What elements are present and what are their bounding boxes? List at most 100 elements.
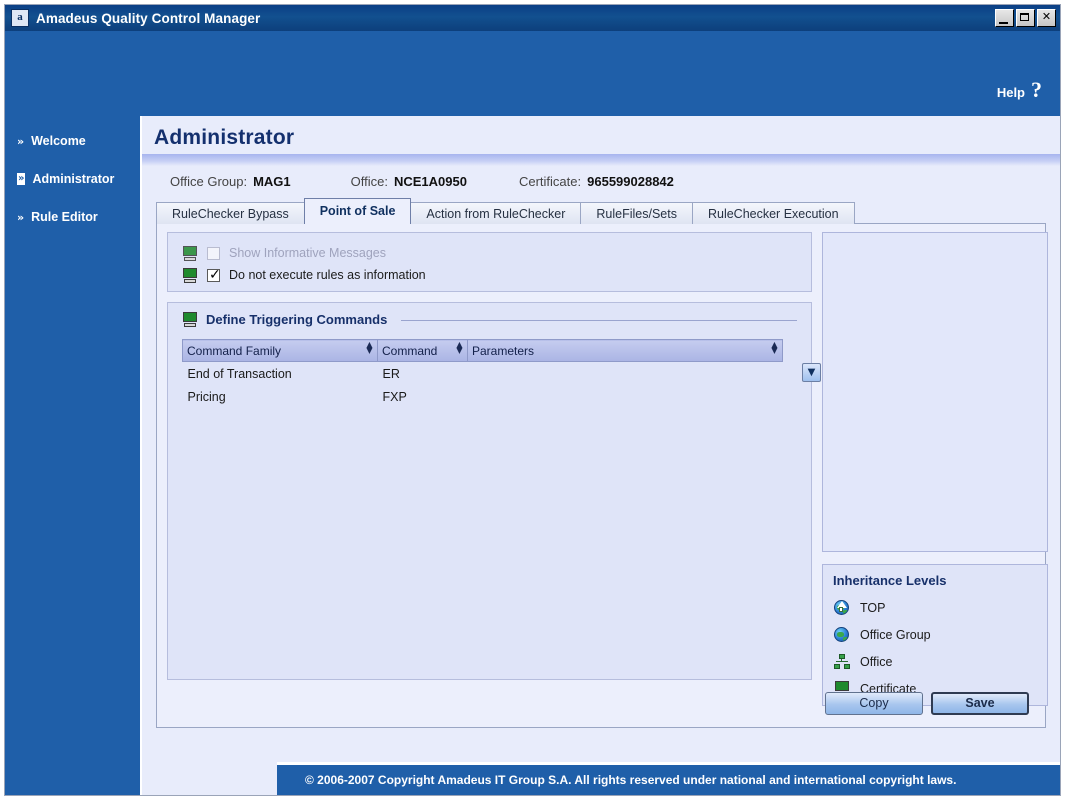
chevron-right-icon: » bbox=[17, 134, 25, 148]
show-informative-messages-label: Show Informative Messages bbox=[229, 246, 387, 260]
footer-bar: © 2006-2007 Copyright Amadeus IT Group S… bbox=[277, 762, 1060, 795]
inheritance-level-label: Office bbox=[860, 654, 893, 669]
page-title: Administrator bbox=[154, 126, 295, 149]
inheritance-level-top: TOP bbox=[833, 594, 1047, 621]
minimize-button[interactable] bbox=[995, 9, 1014, 27]
column-header-parameters[interactable]: Parameters ▲ ▼ bbox=[467, 339, 783, 362]
inheritance-level-label: TOP bbox=[860, 600, 886, 615]
window-title: Amadeus Quality Control Manager bbox=[36, 10, 261, 26]
cell-command[interactable]: ER bbox=[378, 362, 468, 386]
context-info-bar: Office Group: MAG1 Office: NCE1A0950 Cer… bbox=[142, 166, 1060, 197]
copyright-text: © 2006-2007 Copyright Amadeus IT Group S… bbox=[305, 773, 957, 787]
app-icon: a bbox=[11, 9, 29, 27]
left-column: Show Informative Messages ✓ Do not execu… bbox=[167, 232, 821, 680]
copy-button[interactable]: Copy bbox=[825, 692, 923, 715]
cell-parameters[interactable] bbox=[468, 362, 783, 386]
section-header: Define Triggering Commands bbox=[168, 303, 811, 327]
certificate-monitor-icon bbox=[182, 312, 198, 327]
office-info: Office: NCE1A0950 bbox=[351, 174, 467, 189]
column-header-label: Command bbox=[382, 343, 438, 358]
tab-point-of-sale[interactable]: Point of Sale bbox=[303, 198, 412, 224]
description-panel bbox=[822, 232, 1048, 552]
window-controls: ✕ bbox=[995, 9, 1056, 27]
do-not-execute-rules-checkbox[interactable]: ✓ bbox=[207, 266, 221, 283]
tab-panel-point-of-sale: Show Informative Messages ✓ Do not execu… bbox=[156, 224, 1048, 728]
checkmark-icon: ✓ bbox=[209, 266, 221, 283]
define-triggering-commands-panel: Define Triggering Commands Command Famil… bbox=[167, 302, 821, 680]
tab-rulefiles-sets[interactable]: RuleFiles/Sets bbox=[580, 202, 693, 224]
inheritance-levels-title: Inheritance Levels bbox=[833, 573, 947, 588]
inheritance-level-label: Office Group bbox=[860, 627, 931, 642]
sort-arrows-icon[interactable]: ▲ ▼ bbox=[365, 341, 374, 356]
certificate-info: Certificate: 965599028842 bbox=[519, 174, 674, 189]
minimize-icon bbox=[999, 22, 1008, 24]
sidebar: » Welcome » Administrator » Rule Editor bbox=[5, 116, 140, 795]
column-header-command-family[interactable]: Command Family ▲ ▼ bbox=[182, 339, 378, 362]
column-header-label: Parameters bbox=[472, 343, 535, 358]
help-question-icon: ? bbox=[1031, 77, 1042, 102]
tab-rulechecker-execution[interactable]: RuleChecker Execution bbox=[691, 202, 855, 224]
inheritance-level-office: Office bbox=[833, 648, 1047, 675]
office-group-value: MAG1 bbox=[253, 174, 291, 189]
commands-grid-wrapper: Command Family ▲ ▼ Command ▲ ▼ Parameter… bbox=[182, 339, 821, 408]
sort-arrows-icon[interactable]: ▲ ▼ bbox=[770, 341, 779, 356]
globe-up-arrow-icon bbox=[833, 599, 851, 616]
commands-table: Command Family ▲ ▼ Command ▲ ▼ Parameter… bbox=[182, 339, 783, 408]
tab-bar: RuleChecker Bypass Point of Sale Action … bbox=[156, 198, 1060, 224]
help-link[interactable]: Help ? bbox=[997, 79, 1042, 101]
top-banner: Help ? bbox=[5, 31, 1060, 116]
section-divider bbox=[401, 320, 797, 321]
row-dropdown-button[interactable]: ▼ bbox=[802, 363, 821, 382]
chevron-down-icon: ▼ bbox=[807, 367, 816, 378]
inheritance-levels-panel: Inheritance Levels TOP Office Group Offi… bbox=[822, 564, 1048, 706]
option-row-show-informative-messages[interactable]: Show Informative Messages bbox=[182, 242, 811, 264]
column-header-command[interactable]: Command ▲ ▼ bbox=[377, 339, 468, 362]
cell-command[interactable]: FXP bbox=[378, 385, 468, 408]
right-column: Inheritance Levels TOP Office Group Offi… bbox=[822, 232, 1048, 706]
application-window: a Amadeus Quality Control Manager ✕ Help… bbox=[4, 4, 1061, 796]
sort-arrows-icon[interactable]: ▲ ▼ bbox=[455, 341, 464, 356]
title-bar: a Amadeus Quality Control Manager ✕ bbox=[5, 5, 1060, 31]
chevron-right-selected-icon: » bbox=[17, 173, 26, 185]
cell-parameters[interactable] bbox=[468, 385, 783, 408]
do-not-execute-rules-label: Do not execute rules as information bbox=[229, 268, 426, 282]
save-button[interactable]: Save bbox=[931, 692, 1029, 715]
close-button[interactable]: ✕ bbox=[1037, 9, 1056, 27]
sidebar-item-label: Rule Editor bbox=[31, 210, 98, 224]
chevron-right-icon: » bbox=[17, 210, 25, 224]
table-row[interactable]: Pricing FXP bbox=[183, 385, 783, 408]
options-panel: Show Informative Messages ✓ Do not execu… bbox=[167, 232, 812, 292]
certificate-value: 965599028842 bbox=[587, 174, 674, 189]
certificate-monitor-icon bbox=[182, 267, 198, 283]
globe-icon bbox=[833, 626, 851, 643]
table-row[interactable]: End of Transaction ER bbox=[183, 362, 783, 386]
office-group-info: Office Group: MAG1 bbox=[170, 174, 291, 189]
sidebar-item-administrator[interactable]: » Administrator bbox=[5, 167, 140, 191]
title-separator bbox=[142, 154, 1060, 166]
help-label: Help bbox=[996, 85, 1025, 100]
sidebar-item-label: Welcome bbox=[31, 134, 86, 148]
show-informative-messages-checkbox[interactable] bbox=[207, 246, 220, 260]
tab-rulechecker-bypass[interactable]: RuleChecker Bypass bbox=[156, 202, 305, 224]
table-header-row: Command Family ▲ ▼ Command ▲ ▼ Parameter… bbox=[182, 339, 783, 362]
maximize-button[interactable] bbox=[1016, 9, 1035, 27]
tab-action-from-rulechecker[interactable]: Action from RuleChecker bbox=[410, 202, 582, 224]
sidebar-item-label: Administrator bbox=[32, 172, 115, 186]
column-header-label: Command Family bbox=[187, 343, 282, 358]
option-row-do-not-execute-rules[interactable]: ✓ Do not execute rules as information bbox=[182, 264, 811, 286]
inheritance-level-office-group: Office Group bbox=[833, 621, 1047, 648]
action-buttons: Copy Save bbox=[825, 692, 1029, 715]
certificate-monitor-icon bbox=[182, 245, 198, 261]
maximize-icon bbox=[1020, 13, 1029, 21]
office-group-label: Office Group: bbox=[170, 174, 248, 189]
sidebar-item-rule-editor[interactable]: » Rule Editor bbox=[5, 205, 140, 229]
tab-bar-filler bbox=[853, 202, 1046, 224]
section-title: Define Triggering Commands bbox=[206, 312, 388, 327]
sidebar-item-welcome[interactable]: » Welcome bbox=[5, 129, 140, 153]
office-label: Office: bbox=[350, 174, 388, 189]
content-area: Administrator Office Group: MAG1 Office:… bbox=[140, 116, 1060, 795]
office-value: NCE1A0950 bbox=[393, 174, 467, 189]
application-root: a Amadeus Quality Control Manager ✕ Help… bbox=[0, 0, 1065, 800]
cell-command-family[interactable]: End of Transaction bbox=[183, 362, 378, 386]
cell-command-family[interactable]: Pricing bbox=[183, 385, 378, 408]
